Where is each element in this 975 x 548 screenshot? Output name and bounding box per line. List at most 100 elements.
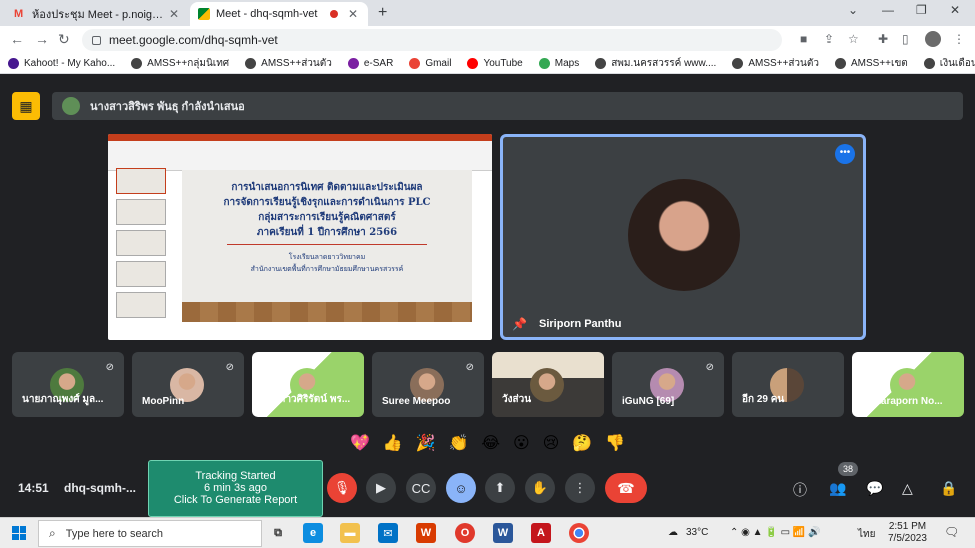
activities-icon[interactable]: △ <box>902 480 913 497</box>
edge-icon[interactable]: e <box>303 523 323 543</box>
url-text: meet.google.com/dhq-sqmh-vet <box>109 33 278 47</box>
info-icon[interactable]: ⓘ <box>793 480 807 500</box>
forward-icon[interactable]: → <box>35 31 49 47</box>
participant-tile[interactable]: ⊘ MooPinn <box>132 352 244 417</box>
bookmark-item[interactable]: เงินเดือน <box>923 56 975 71</box>
chrome-icon[interactable] <box>569 523 589 543</box>
back-icon[interactable]: ← <box>10 31 24 47</box>
tracking-line: Tracking Started <box>195 470 276 482</box>
meeting-controls-bar: 14:51 dhq-sqmh-... Tracking Started 6 mi… <box>0 460 975 517</box>
wps-office-icon[interactable]: W <box>416 523 436 543</box>
side-panel-icon[interactable]: ▯ <box>902 32 909 46</box>
participant-tile[interactable]: นางสาวศิริรัตน์ พร... <box>252 352 364 417</box>
chevron-down-icon[interactable]: ⌄ <box>848 3 858 17</box>
close-icon[interactable]: ✕ <box>167 7 181 21</box>
windows-start-icon[interactable] <box>12 526 26 540</box>
camera-icon[interactable]: ■ <box>800 32 807 46</box>
gmail-icon: M <box>14 8 24 20</box>
reaction-emoji[interactable]: 😂 <box>481 433 500 453</box>
mail-icon[interactable]: ✉ <box>378 523 398 543</box>
opera-icon[interactable]: O <box>455 523 475 543</box>
captions-button[interactable]: CC <box>406 473 436 503</box>
participant-name: นายภาณุพงศ์ มูล... <box>22 394 104 405</box>
bookmark-item[interactable]: AMSS++กลุ่มนิเทศ <box>131 56 229 71</box>
participant-tile[interactable]: Pattaraporn No... <box>852 352 964 417</box>
people-count-badge: 38 <box>838 462 858 476</box>
reload-icon[interactable]: ↻ <box>58 31 70 48</box>
present-screen-button[interactable]: ⬆ <box>485 473 515 503</box>
participant-tile[interactable]: วังส่วน <box>492 352 604 417</box>
word-icon[interactable]: W <box>493 523 513 543</box>
slide-thumbnail <box>116 199 166 225</box>
presentation-icon[interactable]: ▦ <box>12 92 40 120</box>
bookmark-item[interactable]: Kahoot! - My Kaho... <box>8 58 115 69</box>
minimize-button[interactable]: — <box>882 3 894 17</box>
bookmark-item[interactable]: AMSS++ส่วนตัว <box>245 56 332 71</box>
slide-title-line: การจัดการเรียนรู้เชิงรุกและการดำเนินการ … <box>223 197 431 208</box>
camera-button[interactable]: ▶ <box>366 473 396 503</box>
input-language[interactable]: ไทย <box>858 527 875 542</box>
weather-icon[interactable]: ☁ <box>668 527 678 538</box>
bookmark-icon <box>595 58 607 69</box>
mic-off-icon: ⊘ <box>465 362 474 373</box>
weather-temp[interactable]: 33°C <box>686 527 708 538</box>
chat-icon[interactable]: 💬 <box>866 480 883 497</box>
presenter-banner: นางสาวสิริพร พันธุ กำลังนำเสนอ <box>52 92 963 120</box>
reaction-emoji[interactable]: 😮 <box>513 433 530 453</box>
participant-tile[interactable]: ⊘ Suree Meepoo <box>372 352 484 417</box>
bookmark-item[interactable]: Gmail <box>409 58 451 69</box>
bookmark-item[interactable]: e-SAR <box>347 58 393 69</box>
close-icon[interactable]: ✕ <box>346 7 360 21</box>
bookmark-icon <box>732 58 744 69</box>
people-icon[interactable]: 👥 <box>829 480 846 497</box>
participant-tile[interactable]: ⊘ iGuNG [69] <box>612 352 724 417</box>
url-input[interactable]: meet.google.com/dhq-sqmh-vet <box>82 29 782 51</box>
tab-gmail[interactable]: M ห้องประชุม Meet - p.noigor@gmai... ✕ <box>6 2 189 26</box>
share-icon[interactable]: ⇪ <box>824 32 834 46</box>
restore-button[interactable]: ❐ <box>916 3 927 17</box>
task-view-icon[interactable]: ⧉ <box>268 523 288 543</box>
extensions-icon[interactable]: ✚ <box>878 32 888 46</box>
reactions-button[interactable]: ☺ <box>446 473 476 503</box>
mic-off-icon: ⊘ <box>705 362 714 373</box>
profile-avatar[interactable] <box>925 31 941 47</box>
active-speaker-tile[interactable]: ••• 📌 Siriporn Panthu <box>500 134 866 340</box>
taskbar-clock[interactable]: 2:51 PM 7/5/2023 <box>888 521 927 545</box>
more-options-button[interactable]: ⋮ <box>565 473 595 503</box>
star-icon[interactable]: ☆ <box>848 32 859 46</box>
participant-tile[interactable]: อีก 29 คน <box>732 352 844 417</box>
close-window-button[interactable]: ✕ <box>950 3 960 17</box>
menu-icon[interactable]: ⋮ <box>953 32 965 46</box>
reaction-emoji[interactable]: 🎉 <box>416 433 436 453</box>
notifications-icon[interactable]: 🗨 <box>944 525 959 539</box>
new-tab-button[interactable]: + <box>378 4 387 22</box>
bookmark-label: AMSS++เขต <box>851 58 908 69</box>
reaction-emoji[interactable]: 🤔 <box>572 433 592 453</box>
more-options-icon[interactable]: ••• <box>835 144 855 164</box>
bookmark-item[interactable]: สพม.นครสวรรค์ www.... <box>595 56 716 71</box>
tab-meet[interactable]: Meet - dhq-sqmh-vet ✕ <box>190 2 368 26</box>
reaction-emoji[interactable]: 👍 <box>383 433 403 453</box>
file-explorer-icon[interactable]: ▬ <box>340 523 360 543</box>
reaction-emoji[interactable]: 😢 <box>543 433 560 453</box>
meeting-code[interactable]: dhq-sqmh-... <box>64 481 136 495</box>
bookmark-item[interactable]: AMSS++เขต <box>835 56 908 71</box>
reaction-emoji[interactable]: 👏 <box>449 433 469 453</box>
tray-icons[interactable]: ⌃ ◉ ▲ 🔋 ▭ 📶 🔊 <box>730 527 820 538</box>
reaction-emoji[interactable]: 👎 <box>605 433 625 453</box>
pin-icon[interactable]: 📌 <box>512 317 527 331</box>
mic-muted-button[interactable]: 🎙 <box>327 473 357 503</box>
raise-hand-button[interactable]: ✋ <box>525 473 555 503</box>
bookmark-item[interactable]: Maps <box>538 58 579 69</box>
taskbar-search-input[interactable]: ⌕ Type here to search <box>38 520 262 547</box>
host-controls-icon[interactable]: 🔒 <box>940 480 957 497</box>
acrobat-icon[interactable]: A <box>531 523 551 543</box>
bookmark-item[interactable]: YouTube <box>467 58 523 69</box>
tracking-report-button[interactable]: Tracking Started 6 min 3s ago Click To G… <box>148 460 323 517</box>
leave-call-button[interactable]: ☎ <box>605 473 647 503</box>
reaction-emoji[interactable]: 💖 <box>350 433 370 453</box>
participant-tile[interactable]: ⊘ นายภาณุพงศ์ มูล... <box>12 352 124 417</box>
presentation-tile[interactable]: การนำเสนอการนิเทศ ติดตามและประเมินผล การ… <box>108 134 492 340</box>
bookmark-item[interactable]: AMSS++ส่วนตัว <box>732 56 819 71</box>
tab-title: ห้องประชุม Meet - p.noigor@gmai... <box>32 9 167 21</box>
